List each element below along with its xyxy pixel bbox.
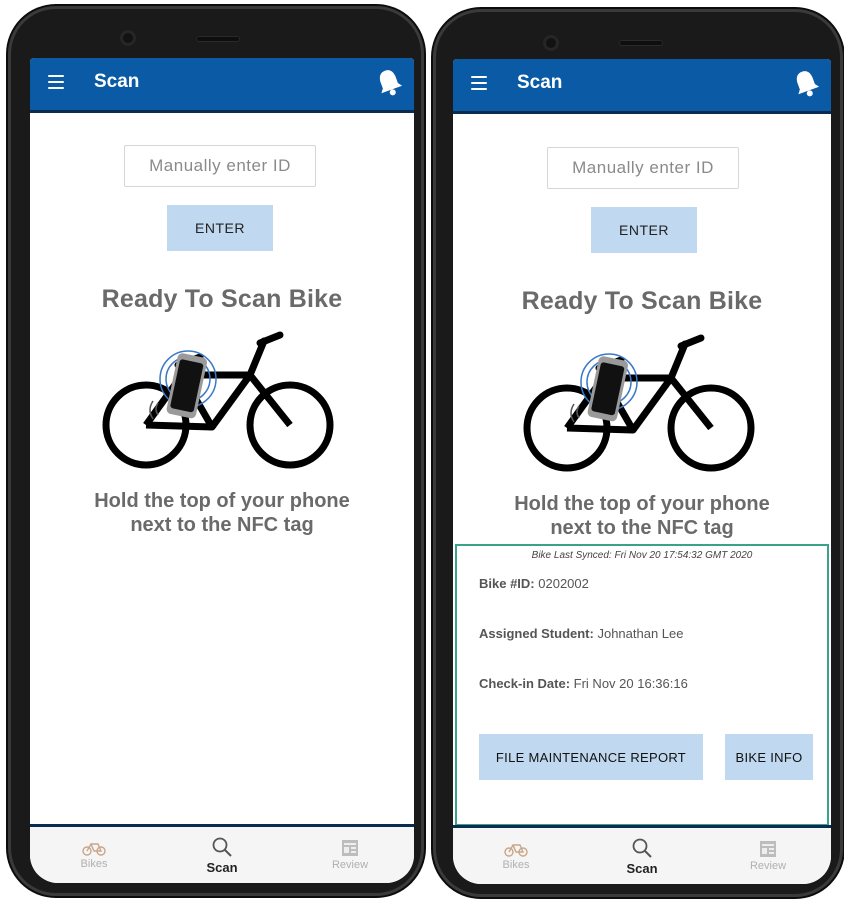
checkin-value: Fri Nov 20 16:36:16: [573, 676, 688, 691]
ready-title: Ready To Scan Bike: [521, 287, 763, 315]
checkin-row: Check-in Date: Fri Nov 20 16:36:16: [479, 676, 688, 691]
ready-title: Ready To Scan Bike: [101, 285, 343, 313]
bike-id-value: 0202002: [538, 576, 589, 591]
app-title: Scan: [517, 72, 563, 93]
nav-label: Review: [749, 860, 787, 872]
bottom-nav: Bikes Scan Review: [453, 825, 831, 884]
instructions-line-2: next to the NFC tag: [130, 514, 314, 536]
nav-label: Review: [331, 859, 369, 871]
enter-button[interactable]: ENTER: [167, 205, 273, 251]
front-camera: [543, 35, 559, 51]
nav-label: Scan: [206, 859, 238, 875]
nav-review[interactable]: Review: [286, 827, 414, 883]
bike-id-row: Bike #ID: 0202002: [479, 576, 589, 591]
bell-icon[interactable]: [791, 67, 821, 99]
earpiece-speaker: [196, 36, 240, 42]
app-bar: Scan: [30, 58, 414, 113]
last-synced-text: Bike Last Synced: Fri Nov 20 17:54:32 GM…: [531, 550, 753, 561]
front-camera: [120, 30, 136, 46]
scan-screen-right: Scan ENTER Ready To Scan Bike: [453, 59, 831, 884]
bike-info-button[interactable]: BIKE INFO: [725, 734, 813, 780]
menu-icon[interactable]: [471, 76, 487, 90]
scan-content: ENTER Ready To Scan Bike: [30, 113, 414, 827]
app-title: Scan: [94, 71, 140, 92]
manual-id-input[interactable]: [547, 147, 739, 189]
nav-scan[interactable]: Scan: [158, 827, 286, 883]
manual-id-input[interactable]: [124, 145, 316, 187]
menu-icon[interactable]: [48, 75, 64, 89]
student-label: Assigned Student:: [479, 626, 594, 641]
instructions-line-2: next to the NFC tag: [550, 517, 734, 539]
earpiece-speaker: [619, 40, 663, 46]
scan-content: ENTER Ready To Scan Bike: [453, 114, 831, 828]
nav-bikes[interactable]: Bikes: [30, 827, 158, 883]
nav-label: Scan: [626, 860, 658, 876]
app-bar: Scan: [453, 59, 831, 114]
phone-left: Scan ENTER Ready To Scan Bike: [8, 6, 424, 896]
nav-label: Bikes: [80, 858, 108, 870]
file-maintenance-report-button[interactable]: FILE MAINTENANCE REPORT: [479, 734, 703, 780]
nav-scan[interactable]: Scan: [579, 828, 705, 884]
review-icon: [760, 841, 776, 857]
scan-screen-left: Scan ENTER Ready To Scan Bike: [30, 58, 414, 883]
instructions-line-1: Hold the top of your phone: [94, 490, 350, 512]
bottom-nav: Bikes Scan Review: [30, 824, 414, 883]
nav-review[interactable]: Review: [705, 828, 831, 884]
bike-icon: [82, 843, 106, 856]
search-icon: [212, 837, 232, 857]
student-row: Assigned Student: Johnathan Lee: [479, 626, 684, 641]
bike-icon: [504, 844, 528, 857]
enter-button[interactable]: ENTER: [591, 207, 697, 253]
nav-label: Bikes: [502, 859, 530, 871]
checkin-label: Check-in Date:: [479, 676, 571, 691]
student-value: Johnathan Lee: [597, 626, 684, 641]
phone-right: Scan ENTER Ready To Scan Bike: [433, 9, 843, 897]
bike-nfc-illustration: [523, 334, 755, 472]
nav-bikes[interactable]: Bikes: [453, 828, 579, 884]
bike-id-label: Bike #ID:: [479, 576, 535, 591]
bike-details-panel: Bike Last Synced: Fri Nov 20 17:54:32 GM…: [455, 544, 829, 826]
bell-icon[interactable]: [374, 66, 404, 98]
instructions-line-1: Hold the top of your phone: [514, 493, 770, 515]
review-icon: [342, 840, 358, 856]
search-icon: [632, 838, 652, 858]
bike-nfc-illustration: [102, 331, 334, 469]
